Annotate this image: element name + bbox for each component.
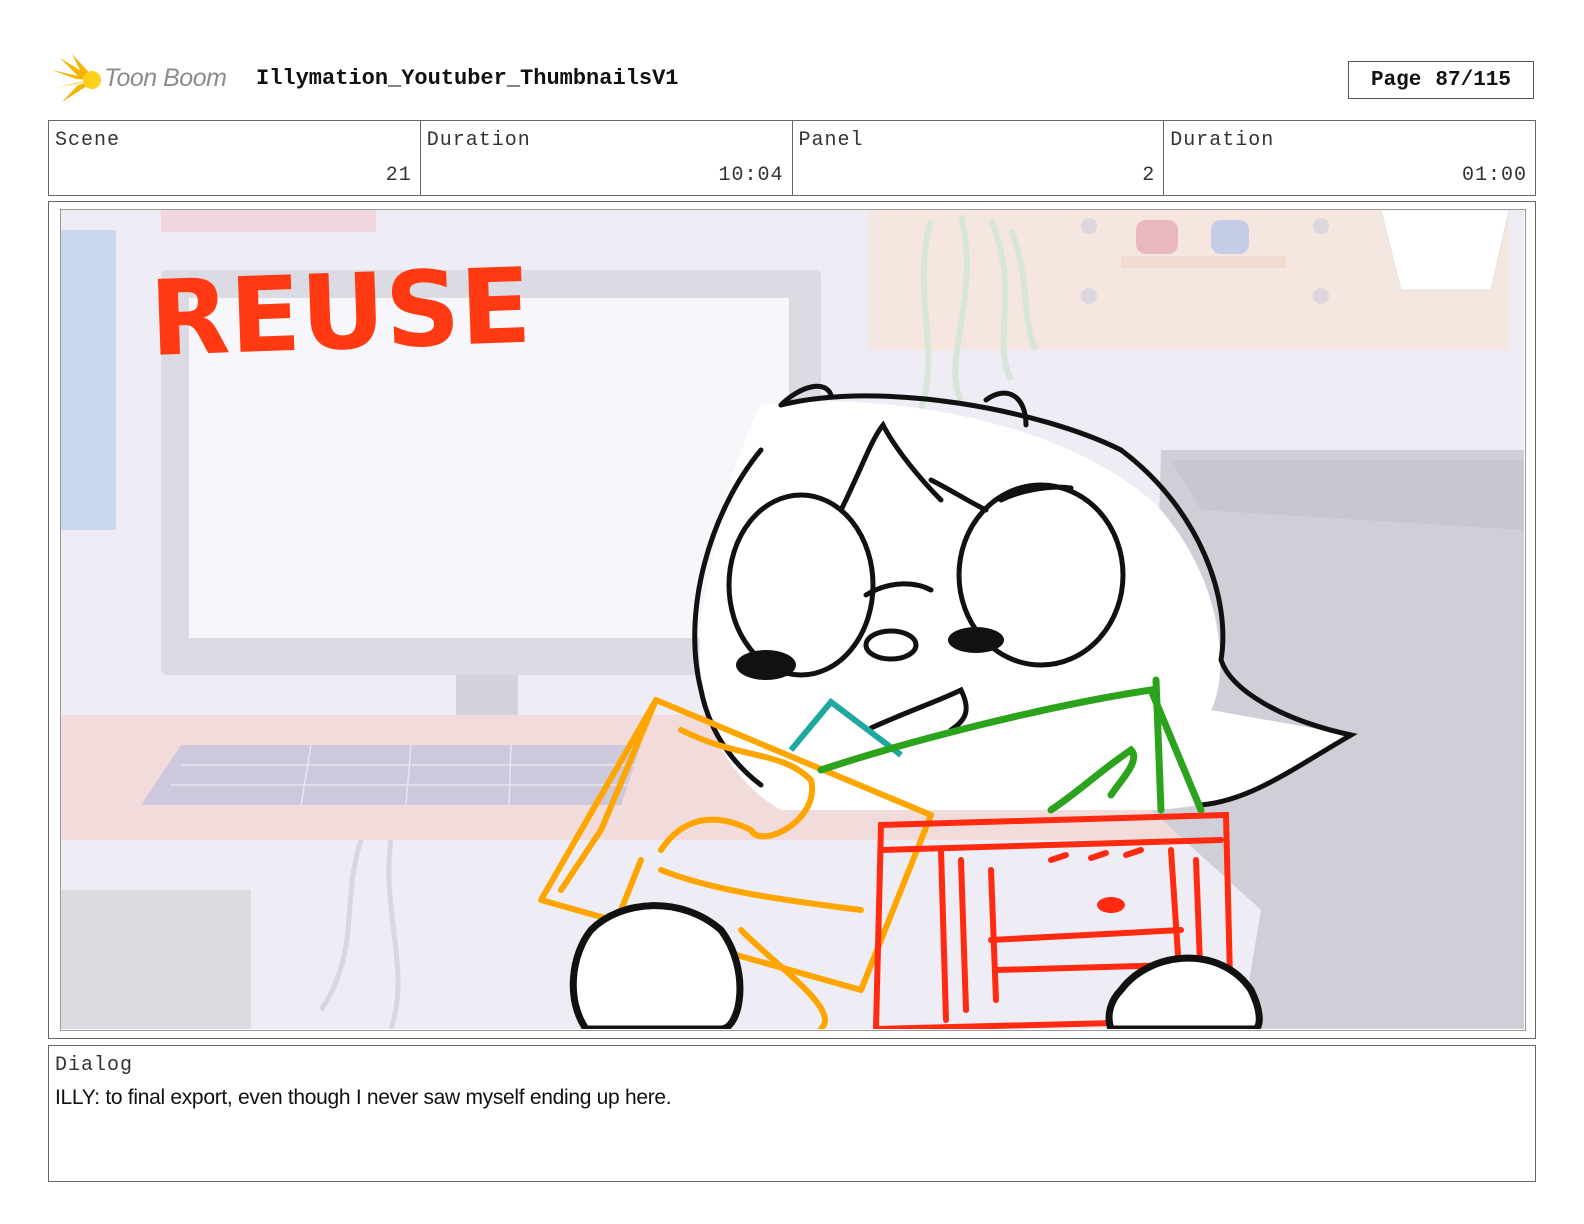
dialog-label: Dialog — [55, 1054, 134, 1077]
panel-duration-cell: Duration 01:00 — [1164, 121, 1535, 195]
keyboard — [141, 745, 641, 805]
scene-duration-cell: Duration 10:04 — [421, 121, 793, 195]
scene-cell: Scene 21 — [49, 121, 421, 195]
panel-label: Panel — [798, 129, 864, 152]
reuse-overlay-text: REUSE — [148, 245, 534, 380]
panel-duration-label: Duration — [1170, 129, 1275, 152]
logo-text: Toon Boom — [104, 64, 227, 92]
panel-value: 2 — [1142, 164, 1156, 187]
panel-drawing: REUSE — [61, 210, 1524, 1029]
starburst-logo-icon — [52, 54, 101, 102]
panel-duration-value: 01:00 — [1461, 164, 1527, 187]
left-hand — [569, 902, 744, 1029]
panel-cell: Panel 2 — [793, 121, 1165, 195]
storyboard-panel-image: REUSE — [60, 209, 1526, 1031]
dialog-box: Dialog ILLY: to final export, even thoug… — [48, 1045, 1536, 1182]
poster — [61, 230, 116, 530]
dialog-text: ILLY: to final export, even though I nev… — [55, 1086, 672, 1109]
page-label: Page — [1370, 68, 1422, 92]
scene-label: Scene — [55, 129, 121, 152]
page-value: 87/115 — [1435, 68, 1512, 92]
scene-duration-label: Duration — [426, 129, 531, 152]
page-indicator: Page 87/115 — [1348, 61, 1534, 99]
scene-duration-value: 10:04 — [718, 164, 784, 187]
scene-value: 21 — [385, 164, 412, 187]
panel-info-row: Scene 21 Duration 10:04 Panel 2 Duration… — [48, 120, 1536, 196]
document-title: Illymation_Youtuber_ThumbnailsV1 — [256, 66, 679, 91]
toon-boom-logo: Toon Boom — [50, 54, 240, 106]
